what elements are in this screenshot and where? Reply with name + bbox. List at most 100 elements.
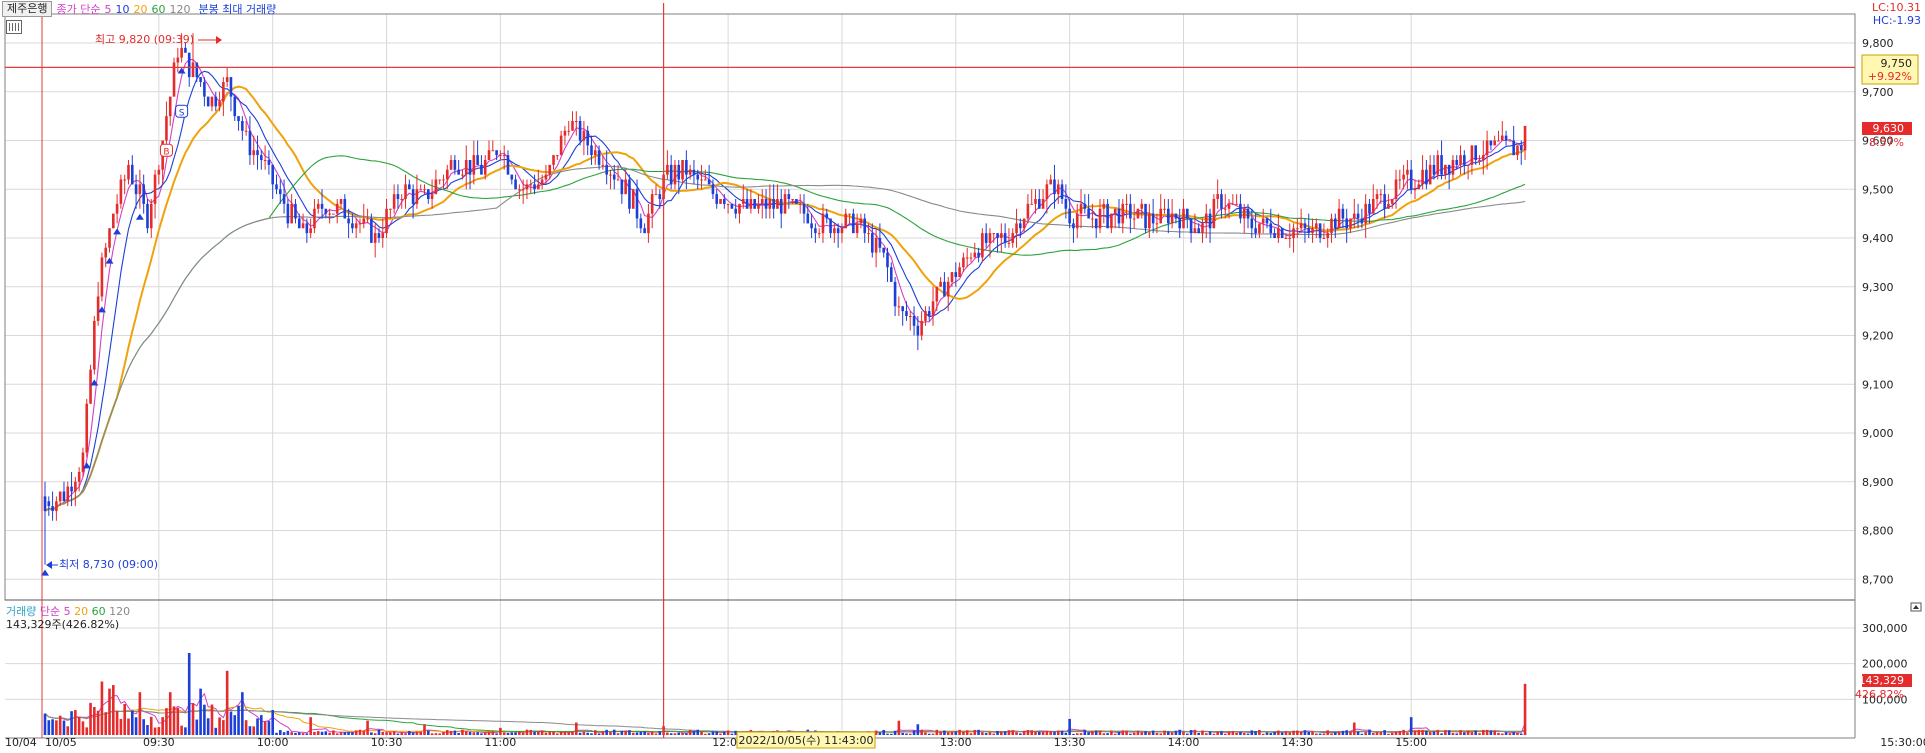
candle-body: [688, 169, 692, 175]
volume-bar: [1231, 731, 1235, 735]
volume-bar: [195, 719, 199, 735]
candle-body: [233, 96, 237, 117]
volume-bar: [1212, 733, 1216, 735]
x-tick-label: 15:00: [1395, 736, 1427, 749]
x-tick-label: 14:30: [1281, 736, 1313, 749]
volume-bar: [1368, 729, 1371, 735]
candle-body: [829, 218, 832, 234]
volume-bar: [180, 725, 183, 735]
volume-bar: [1303, 730, 1307, 735]
candle-body: [1079, 203, 1083, 214]
volume-bar: [1170, 732, 1174, 735]
volume-bar: [81, 721, 85, 735]
volume-bar: [1060, 730, 1064, 735]
volume-bar: [241, 692, 244, 735]
candle-body: [430, 194, 434, 199]
y-tick-label: 9,700: [1862, 86, 1894, 99]
y-tick-label: 9,800: [1862, 37, 1894, 50]
volume-bar: [62, 720, 66, 735]
volume-bar: [1425, 730, 1428, 735]
candle-body: [559, 135, 563, 156]
candle-body: [529, 184, 533, 186]
volume-bar: [1151, 730, 1155, 735]
volume-bar: [571, 731, 574, 735]
volume-bar: [1519, 733, 1523, 735]
candle-body: [886, 252, 889, 268]
candle-body: [1516, 145, 1519, 156]
volume-bar: [1277, 730, 1280, 735]
candle-body: [1030, 203, 1033, 205]
volume-current-flag: 143,329 426.82%: [1855, 674, 1912, 701]
candle-body: [916, 325, 920, 336]
volume-bar: [252, 726, 256, 735]
candle-body: [119, 179, 123, 204]
volume-bar: [1451, 732, 1455, 735]
ma5-line: [44, 59, 1526, 512]
volume-bar: [1064, 732, 1068, 735]
stock-name[interactable]: 제주은행: [2, 1, 53, 17]
candle-body: [457, 169, 460, 175]
candle-body: [927, 311, 931, 316]
candle-body: [723, 199, 726, 204]
candle-body: [1045, 184, 1049, 199]
candle-body: [1341, 208, 1345, 219]
candle-body: [772, 199, 775, 209]
volume-bar: [1447, 730, 1451, 735]
volume-bar: [685, 733, 688, 735]
candle-body: [138, 184, 142, 195]
candle-body: [1132, 218, 1136, 220]
volume-bar: [404, 733, 407, 735]
volume-bar: [1440, 733, 1443, 735]
volume-bar: [184, 727, 187, 735]
candle-body: [142, 184, 145, 204]
candle-body: [1075, 213, 1079, 229]
volume-bar: [112, 685, 115, 735]
options-grid-icon[interactable]: [6, 20, 22, 34]
candle-body: [525, 184, 529, 190]
lc-value: LC:10.31: [1871, 1, 1921, 14]
candle-body: [225, 77, 229, 82]
candle-body: [537, 184, 540, 190]
volume-bar: [1398, 731, 1402, 735]
candle-body: [1409, 169, 1413, 190]
volume-bar: [1242, 733, 1246, 735]
volume-bar: [370, 732, 373, 735]
candle-body: [373, 233, 377, 243]
candle-body: [548, 164, 552, 175]
candle-body: [798, 203, 802, 205]
candle-body: [635, 189, 639, 219]
candle-body: [779, 199, 783, 214]
candle-body: [1034, 199, 1037, 204]
candle-body: [1113, 208, 1117, 214]
candle-body: [370, 218, 373, 243]
candle-body: [187, 52, 191, 78]
candle-body: [844, 213, 848, 229]
volume-bar: [1379, 732, 1383, 735]
candle-body: [1364, 203, 1367, 224]
candle-body: [1318, 223, 1322, 238]
volume-bar: [1045, 730, 1049, 735]
volume-bar: [514, 732, 517, 735]
candle-body: [426, 189, 430, 199]
volume-bar: [313, 731, 316, 735]
candle-body: [1497, 140, 1500, 142]
candle-body: [924, 311, 927, 321]
volume-bar: [282, 732, 286, 735]
volume-bar: [912, 730, 916, 735]
candle-body: [468, 160, 472, 175]
candle-body: [533, 184, 536, 190]
volume-bar: [950, 731, 954, 735]
volume-bar: [309, 717, 312, 735]
volume-bar: [43, 713, 47, 735]
candle-body: [1155, 223, 1159, 225]
volume-bar: [1261, 733, 1265, 735]
candle-body: [263, 160, 267, 161]
candle-body: [58, 491, 62, 502]
volume-bar: [1075, 733, 1079, 735]
candle-body: [1466, 164, 1470, 166]
candle-body: [992, 233, 996, 235]
candle-body: [1322, 238, 1326, 239]
candle-body: [157, 169, 161, 175]
candle-body: [965, 257, 969, 259]
lc-hc-readout: LC:10.31 HC:-1.93: [1872, 1, 1921, 27]
